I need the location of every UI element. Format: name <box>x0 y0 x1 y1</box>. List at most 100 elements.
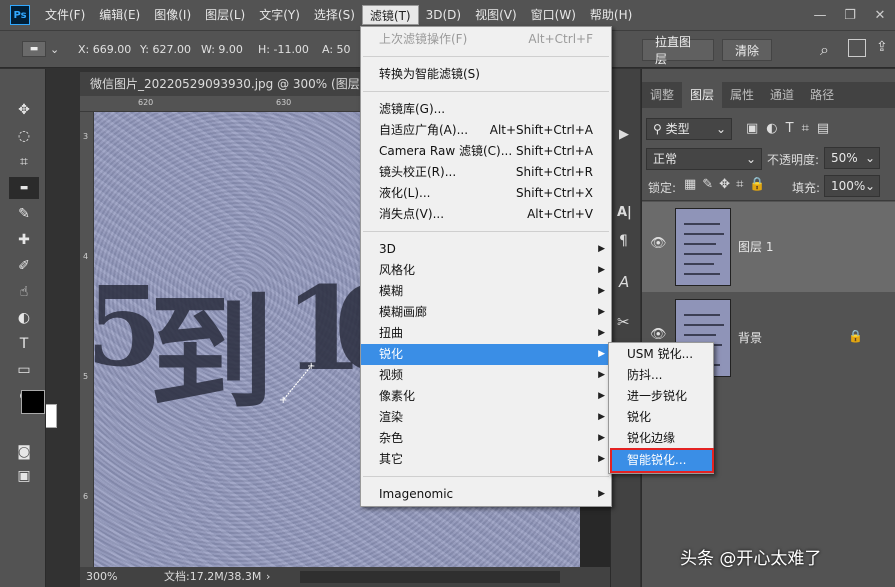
smudge-tool-icon[interactable]: ☝ <box>13 281 35 303</box>
lock-icons[interactable]: ▦✎✥⌗🔒 <box>684 177 772 192</box>
crop-tool-icon[interactable]: ⌗ <box>13 151 35 173</box>
menu-filter[interactable]: 滤镜(T) <box>361 5 419 25</box>
panel-tabs: 调整 图层 属性 通道 路径 <box>642 82 895 108</box>
ruler-tool-icon[interactable]: ▬ <box>9 177 39 199</box>
ruler-tool-icon[interactable]: ▬ <box>22 41 46 57</box>
sharpen-submenu: USM 锐化... 防抖... 进一步锐化 锐化 锐化边缘 智能锐化... <box>608 342 714 474</box>
menu-item-pixelate[interactable]: 像素化 ▶ <box>361 386 611 407</box>
submenu-item-usm-sharpen[interactable]: USM 锐化... <box>609 344 713 365</box>
menu-item-adaptive-wide-angle[interactable]: 自适应广角(A)... Alt+Shift+Ctrl+A <box>361 120 611 141</box>
fill-input[interactable]: 100% ⌄ <box>824 175 880 197</box>
menu-item-convert-smart-filters[interactable]: 转换为智能滤镜(S) <box>361 64 611 85</box>
workspace-icon[interactable] <box>848 39 866 57</box>
opacity-input[interactable]: 50% ⌄ <box>824 147 880 169</box>
opacity-label: 不透明度: <box>767 153 820 167</box>
chevron-right-icon: ▶ <box>598 307 605 317</box>
menu-item-blur-gallery[interactable]: 模糊画廊 ▶ <box>361 302 611 323</box>
lasso-tool-icon[interactable]: ◌ <box>13 125 35 147</box>
layer-row[interactable]: 👁 图层 1 <box>642 202 895 292</box>
menu-type[interactable]: 文字(Y) <box>252 5 307 25</box>
ruler-measure-line[interactable]: + + <box>274 357 324 407</box>
menu-window[interactable]: 窗口(W) <box>524 5 583 25</box>
healing-tool-icon[interactable]: ✚ <box>13 229 35 251</box>
brush-tool-icon[interactable]: ✎ <box>13 203 35 225</box>
menu-view[interactable]: 视图(V) <box>468 5 524 25</box>
submenu-item-smart-sharpen[interactable]: 智能锐化... <box>610 448 714 473</box>
play-icon[interactable]: ▶ <box>619 127 629 142</box>
menu-help[interactable]: 帮助(H) <box>583 5 639 25</box>
layer-filter-select[interactable]: ⚲ 类型 ⌄ <box>646 118 732 140</box>
menu-item-vanishing-point[interactable]: 消失点(V)... Alt+Ctrl+V <box>361 204 611 225</box>
menu-item-render[interactable]: 渲染 ▶ <box>361 407 611 428</box>
submenu-item-shake-reduction[interactable]: 防抖... <box>609 365 713 386</box>
chevron-right-icon: ▶ <box>598 412 605 422</box>
eye-icon[interactable]: 👁 <box>650 236 667 251</box>
share-icon[interactable]: ⇪ <box>876 39 888 55</box>
tab-channels[interactable]: 通道 <box>762 82 802 108</box>
menu-item-liquify[interactable]: 液化(L)... Shift+Ctrl+X <box>361 183 611 204</box>
blend-mode-select[interactable]: 正常 ⌄ <box>646 148 762 170</box>
layer-name[interactable]: 背景 <box>738 329 762 346</box>
submenu-item-sharpen[interactable]: 锐化 <box>609 407 713 428</box>
foreground-color-swatch[interactable] <box>21 390 45 414</box>
eye-icon[interactable]: 👁 <box>650 327 667 342</box>
restore-button[interactable]: ❐ <box>835 0 865 30</box>
chevron-right-icon: ▶ <box>598 391 605 401</box>
menu-select[interactable]: 选择(S) <box>307 5 362 25</box>
rectangle-tool-icon[interactable]: ▭ <box>13 359 35 381</box>
menu-item-blur[interactable]: 模糊 ▶ <box>361 281 611 302</box>
menu-layer[interactable]: 图层(L) <box>198 5 252 25</box>
tab-adjustments[interactable]: 调整 <box>642 82 682 108</box>
menu-item-noise[interactable]: 杂色 ▶ <box>361 428 611 449</box>
menu-item-imagenomic[interactable]: Imagenomic ▶ <box>361 484 611 505</box>
menu-3d[interactable]: 3D(D) <box>419 5 468 25</box>
menu-item-video[interactable]: 视频 ▶ <box>361 365 611 386</box>
tab-properties[interactable]: 属性 <box>722 82 762 108</box>
layer-name[interactable]: 图层 1 <box>738 238 773 255</box>
ruler-tick: 6 <box>83 492 89 501</box>
menu-file[interactable]: 文件(F) <box>38 5 92 25</box>
x-readout: X: 669.00 <box>78 43 132 56</box>
search-icon[interactable]: ⌕ <box>820 40 829 60</box>
menu-item-sharpen[interactable]: 锐化 ▶ <box>361 344 611 365</box>
menu-image[interactable]: 图像(I) <box>147 5 198 25</box>
tab-layers[interactable]: 图层 <box>682 82 723 108</box>
dodge-tool-icon[interactable]: ◐ <box>13 307 35 329</box>
status-bar: 300% 文档:17.2M/38.3M › <box>80 567 640 587</box>
submenu-item-sharpen-more[interactable]: 进一步锐化 <box>609 386 713 407</box>
menu-item-stylize[interactable]: 风格化 ▶ <box>361 260 611 281</box>
menu-item-lens-correction[interactable]: 镜头校正(R)... Shift+Ctrl+R <box>361 162 611 183</box>
glyphs-panel-icon[interactable]: A <box>619 273 629 291</box>
menu-item-filter-gallery[interactable]: 滤镜库(G)... <box>361 99 611 120</box>
menu-item-distort[interactable]: 扭曲 ▶ <box>361 323 611 344</box>
y-readout: Y: 627.00 <box>140 43 191 56</box>
straighten-layer-button[interactable]: 拉直图层 <box>642 35 714 66</box>
move-tool-icon[interactable]: ✥ <box>13 99 35 121</box>
minimize-button[interactable]: — <box>805 0 835 30</box>
close-button[interactable]: ✕ <box>865 0 895 30</box>
blend-mode-value: 正常 <box>653 152 678 166</box>
type-tool-icon[interactable]: T <box>13 333 35 355</box>
chevron-right-icon[interactable]: › <box>266 567 270 587</box>
chevron-down-icon[interactable]: ⌄ <box>50 43 59 56</box>
menu-item-3d[interactable]: 3D ▶ <box>361 239 611 260</box>
svg-text:+: + <box>307 361 315 372</box>
paragraph-panel-icon[interactable]: ¶ <box>619 233 628 249</box>
tool-presets-icon[interactable]: ✂ <box>617 313 630 331</box>
history-brush-icon[interactable]: ✐ <box>13 255 35 277</box>
window-controls: — ❐ ✕ <box>805 0 895 30</box>
tab-paths[interactable]: 路径 <box>802 82 842 108</box>
menu-edit[interactable]: 编辑(E) <box>92 5 147 25</box>
h-readout: H: -11.00 <box>258 43 309 56</box>
fill-label: 填充: <box>792 181 821 195</box>
layer-filter-icons[interactable]: ▣◐T⌗▤ <box>746 121 837 136</box>
menu-item-other[interactable]: 其它 ▶ <box>361 449 611 470</box>
screen-mode-icon[interactable]: ▣ <box>13 465 35 487</box>
zoom-level[interactable]: 300% <box>86 567 117 587</box>
character-panel-icon[interactable]: A| <box>617 205 632 220</box>
quick-mask-icon[interactable]: ◙ <box>13 441 35 463</box>
horizontal-scrollbar[interactable] <box>300 571 560 583</box>
menu-item-camera-raw[interactable]: Camera Raw 滤镜(C)... Shift+Ctrl+A <box>361 141 611 162</box>
clear-button[interactable]: 清除 <box>722 39 772 61</box>
submenu-item-sharpen-edges[interactable]: 锐化边缘 <box>609 428 713 449</box>
